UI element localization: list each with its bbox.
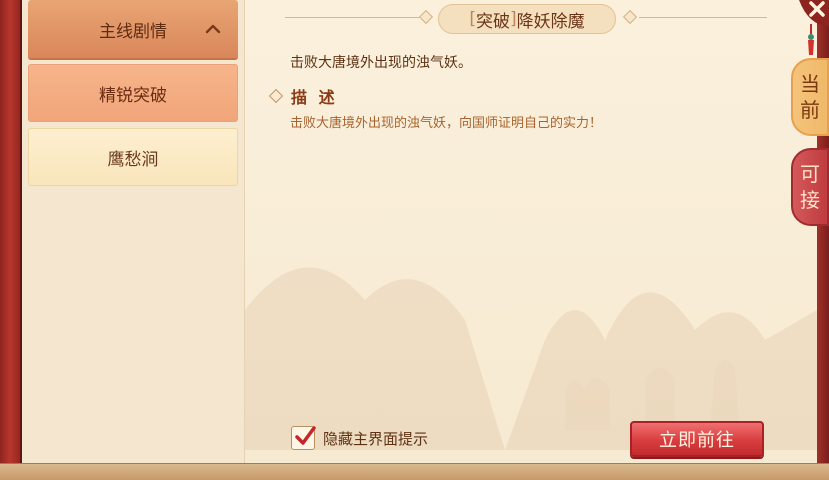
sidebar-item-label: 精锐突破 (99, 85, 167, 106)
bottom-frame (0, 463, 829, 480)
description-heading: 描 述 (268, 84, 338, 108)
close-icon[interactable] (799, 0, 829, 26)
hide-tip-checkbox[interactable] (291, 426, 316, 450)
quest-detail-panel: [ 突破 ] 降妖除魔 击败大唐境外出现的浊气妖。 描 述 击败大唐境外出现的浊… (245, 0, 817, 464)
sidebar-category-main-story[interactable]: 主线剧情 (28, 0, 238, 60)
quest-objective: 击败大唐境外出现的浊气妖。 (290, 55, 472, 71)
sidebar-category-label: 主线剧情 (99, 21, 167, 42)
tab-available-label-2: 接 (800, 188, 820, 212)
quest-title-name: 降妖除魔 (516, 11, 585, 32)
tab-available-quests[interactable]: 可 接 (791, 148, 829, 226)
sidebar-item-elite-breakthrough[interactable]: 精锐突破 (28, 64, 238, 122)
tab-current-quests[interactable]: 当 前 (791, 58, 829, 136)
checkmark-icon (295, 426, 316, 445)
title-ornament-right (622, 9, 638, 25)
title-bracket-open: [ (469, 9, 476, 29)
quest-title-badge: [ 突破 ] 降妖除魔 (438, 4, 616, 34)
quest-title-tag: 突破 (476, 11, 510, 32)
go-now-button-label: 立即前往 (659, 430, 735, 451)
chevron-up-icon[interactable] (204, 20, 222, 38)
tassel-ornament-icon (808, 24, 814, 55)
tab-available-label-1: 可 (800, 162, 820, 186)
title-ornament-left (418, 9, 434, 25)
sidebar-item-label: 鹰愁涧 (107, 149, 159, 170)
hide-tip-label: 隐藏主界面提示 (323, 429, 429, 448)
go-now-button[interactable]: 立即前往 (630, 421, 764, 457)
tab-current-label-1: 当 (800, 72, 820, 96)
sidebar-item-eagle-gorge[interactable]: 鹰愁涧 (28, 128, 238, 186)
title-bracket-close: ] (510, 9, 517, 29)
tab-current-label-2: 前 (800, 98, 820, 122)
hide-main-ui-tip-option[interactable]: 隐藏主界面提示 (291, 426, 428, 450)
quest-category-sidebar: 主线剧情 精锐突破 鹰愁涧 (22, 0, 245, 464)
description-heading-label: 描 述 (291, 88, 338, 107)
left-frame (0, 0, 22, 480)
title-divider-left (285, 17, 425, 18)
description-text: 击败大唐境外出现的浊气妖，向国师证明自己的实力！ (290, 116, 603, 131)
diamond-bullet-icon (268, 88, 284, 104)
background-scenery-illustration (245, 267, 817, 450)
title-divider-right (639, 17, 767, 18)
